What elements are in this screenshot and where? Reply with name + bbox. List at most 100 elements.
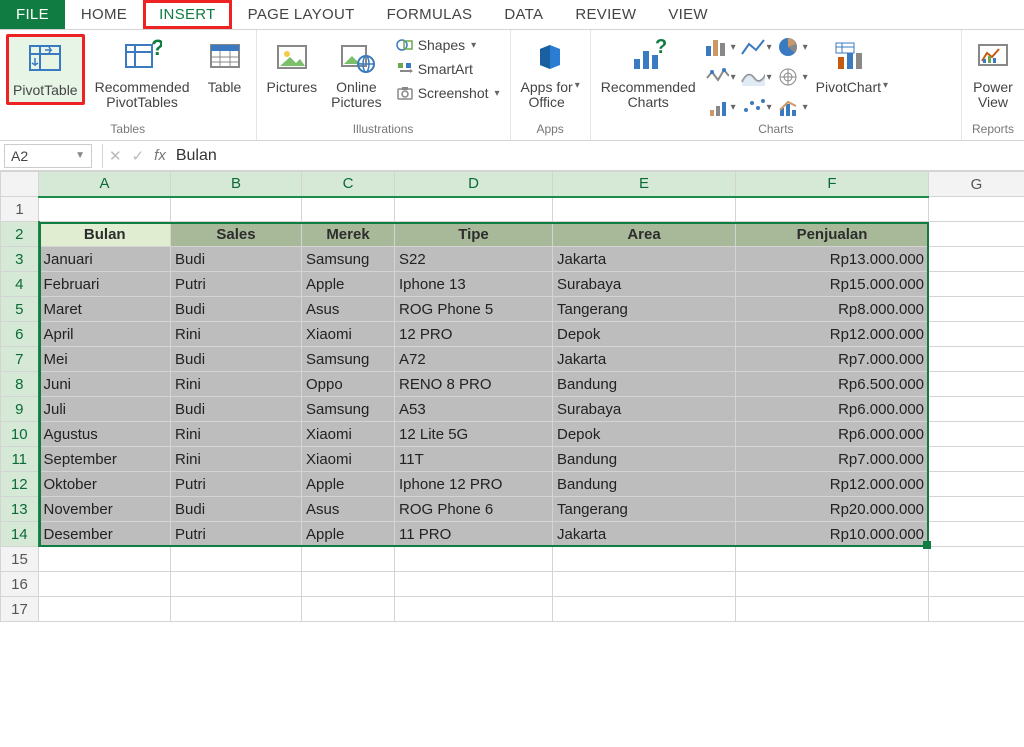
- tab-insert[interactable]: INSERT: [143, 0, 232, 29]
- cell-C15[interactable]: [302, 547, 395, 572]
- apps-for-office-button[interactable]: Apps for Office ▾: [517, 34, 584, 116]
- pivot-chart-button[interactable]: PivotChart▾: [812, 34, 892, 116]
- cell-B14[interactable]: Putri: [171, 522, 302, 547]
- chart-pie-button[interactable]: ▾: [776, 34, 808, 60]
- cell-E13[interactable]: Tangerang: [553, 497, 736, 522]
- cell-F11[interactable]: Rp7.000.000: [736, 447, 929, 472]
- cell-F16[interactable]: [736, 572, 929, 597]
- cell-A7[interactable]: Mei: [39, 347, 171, 372]
- cell-D4[interactable]: Iphone 13: [395, 272, 553, 297]
- chevron-down-icon[interactable]: ▼: [75, 150, 85, 161]
- cell-E7[interactable]: Jakarta: [553, 347, 736, 372]
- cell-G6[interactable]: [929, 322, 1024, 347]
- col-header-D[interactable]: D: [395, 172, 553, 197]
- cell-E9[interactable]: Surabaya: [553, 397, 736, 422]
- cell-D12[interactable]: Iphone 12 PRO: [395, 472, 553, 497]
- cell-A2[interactable]: Bulan: [39, 222, 171, 247]
- pictures-button[interactable]: Pictures: [263, 34, 322, 99]
- tab-data[interactable]: DATA: [488, 0, 559, 29]
- cell-G5[interactable]: [929, 297, 1024, 322]
- cell-B13[interactable]: Budi: [171, 497, 302, 522]
- cell-F17[interactable]: [736, 597, 929, 622]
- row-header-9[interactable]: 9: [1, 397, 39, 422]
- cell-B17[interactable]: [171, 597, 302, 622]
- cell-B1[interactable]: [171, 197, 302, 222]
- cell-D2[interactable]: Tipe: [395, 222, 553, 247]
- chart-combo-button[interactable]: ▾: [776, 94, 808, 120]
- cell-E8[interactable]: Bandung: [553, 372, 736, 397]
- cell-B15[interactable]: [171, 547, 302, 572]
- row-header-1[interactable]: 1: [1, 197, 39, 222]
- cell-E15[interactable]: [553, 547, 736, 572]
- cell-F10[interactable]: Rp6.000.000: [736, 422, 929, 447]
- cell-B2[interactable]: Sales: [171, 222, 302, 247]
- cell-F13[interactable]: Rp20.000.000: [736, 497, 929, 522]
- cell-F14[interactable]: Rp10.000.000: [736, 522, 929, 547]
- cell-E12[interactable]: Bandung: [553, 472, 736, 497]
- tab-home[interactable]: HOME: [65, 0, 143, 29]
- row-header-3[interactable]: 3: [1, 247, 39, 272]
- cell-G12[interactable]: [929, 472, 1024, 497]
- cell-B10[interactable]: Rini: [171, 422, 302, 447]
- cell-A12[interactable]: Oktober: [39, 472, 171, 497]
- cell-B5[interactable]: Budi: [171, 297, 302, 322]
- row-header-6[interactable]: 6: [1, 322, 39, 347]
- cell-B16[interactable]: [171, 572, 302, 597]
- cell-E4[interactable]: Surabaya: [553, 272, 736, 297]
- cell-A4[interactable]: Februari: [39, 272, 171, 297]
- cell-B4[interactable]: Putri: [171, 272, 302, 297]
- cell-C7[interactable]: Samsung: [302, 347, 395, 372]
- cell-G9[interactable]: [929, 397, 1024, 422]
- cell-B8[interactable]: Rini: [171, 372, 302, 397]
- cell-A11[interactable]: September: [39, 447, 171, 472]
- chart-line-button[interactable]: ▾: [740, 34, 772, 60]
- cell-F12[interactable]: Rp12.000.000: [736, 472, 929, 497]
- row-header-7[interactable]: 7: [1, 347, 39, 372]
- shapes-button[interactable]: Shapes▾: [392, 34, 504, 56]
- cell-A5[interactable]: Maret: [39, 297, 171, 322]
- online-pictures-button[interactable]: Online Pictures: [327, 34, 386, 116]
- cell-C12[interactable]: Apple: [302, 472, 395, 497]
- cell-E11[interactable]: Bandung: [553, 447, 736, 472]
- cell-E17[interactable]: [553, 597, 736, 622]
- chart-column-button[interactable]: ▾: [704, 34, 736, 60]
- cell-D15[interactable]: [395, 547, 553, 572]
- cell-G15[interactable]: [929, 547, 1024, 572]
- row-header-10[interactable]: 10: [1, 422, 39, 447]
- cell-E14[interactable]: Jakarta: [553, 522, 736, 547]
- cell-D10[interactable]: 12 Lite 5G: [395, 422, 553, 447]
- row-header-8[interactable]: 8: [1, 372, 39, 397]
- col-header-E[interactable]: E: [553, 172, 736, 197]
- cell-B3[interactable]: Budi: [171, 247, 302, 272]
- cell-F4[interactable]: Rp15.000.000: [736, 272, 929, 297]
- cell-F3[interactable]: Rp13.000.000: [736, 247, 929, 272]
- cell-D3[interactable]: S22: [395, 247, 553, 272]
- cell-D16[interactable]: [395, 572, 553, 597]
- screenshot-button[interactable]: Screenshot▾: [392, 82, 504, 104]
- chart-radar-button[interactable]: ▾: [776, 64, 808, 90]
- cell-C6[interactable]: Xiaomi: [302, 322, 395, 347]
- cell-G11[interactable]: [929, 447, 1024, 472]
- cell-D11[interactable]: 11T: [395, 447, 553, 472]
- cell-G13[interactable]: [929, 497, 1024, 522]
- recommended-pivot-button[interactable]: ? Recommended PivotTables: [91, 34, 194, 116]
- row-header-14[interactable]: 14: [1, 522, 39, 547]
- formula-input[interactable]: Bulan: [166, 147, 1024, 165]
- cell-A14[interactable]: Desember: [39, 522, 171, 547]
- chart-surface-button[interactable]: ▾: [740, 64, 772, 90]
- cell-C16[interactable]: [302, 572, 395, 597]
- pivot-table-button[interactable]: PivotTable: [6, 34, 85, 105]
- col-header-G[interactable]: G: [929, 172, 1024, 197]
- tab-review[interactable]: REVIEW: [559, 0, 652, 29]
- cell-D8[interactable]: RENO 8 PRO: [395, 372, 553, 397]
- chart-hierarchy-button[interactable]: ▾: [704, 94, 736, 120]
- tab-formulas[interactable]: FORMULAS: [371, 0, 489, 29]
- cell-A3[interactable]: Januari: [39, 247, 171, 272]
- cell-C13[interactable]: Asus: [302, 497, 395, 522]
- cell-D9[interactable]: A53: [395, 397, 553, 422]
- accept-icon[interactable]: ✓: [132, 147, 145, 165]
- cancel-icon[interactable]: ✕: [109, 147, 122, 165]
- cell-B12[interactable]: Putri: [171, 472, 302, 497]
- cell-E2[interactable]: Area: [553, 222, 736, 247]
- cell-E5[interactable]: Tangerang: [553, 297, 736, 322]
